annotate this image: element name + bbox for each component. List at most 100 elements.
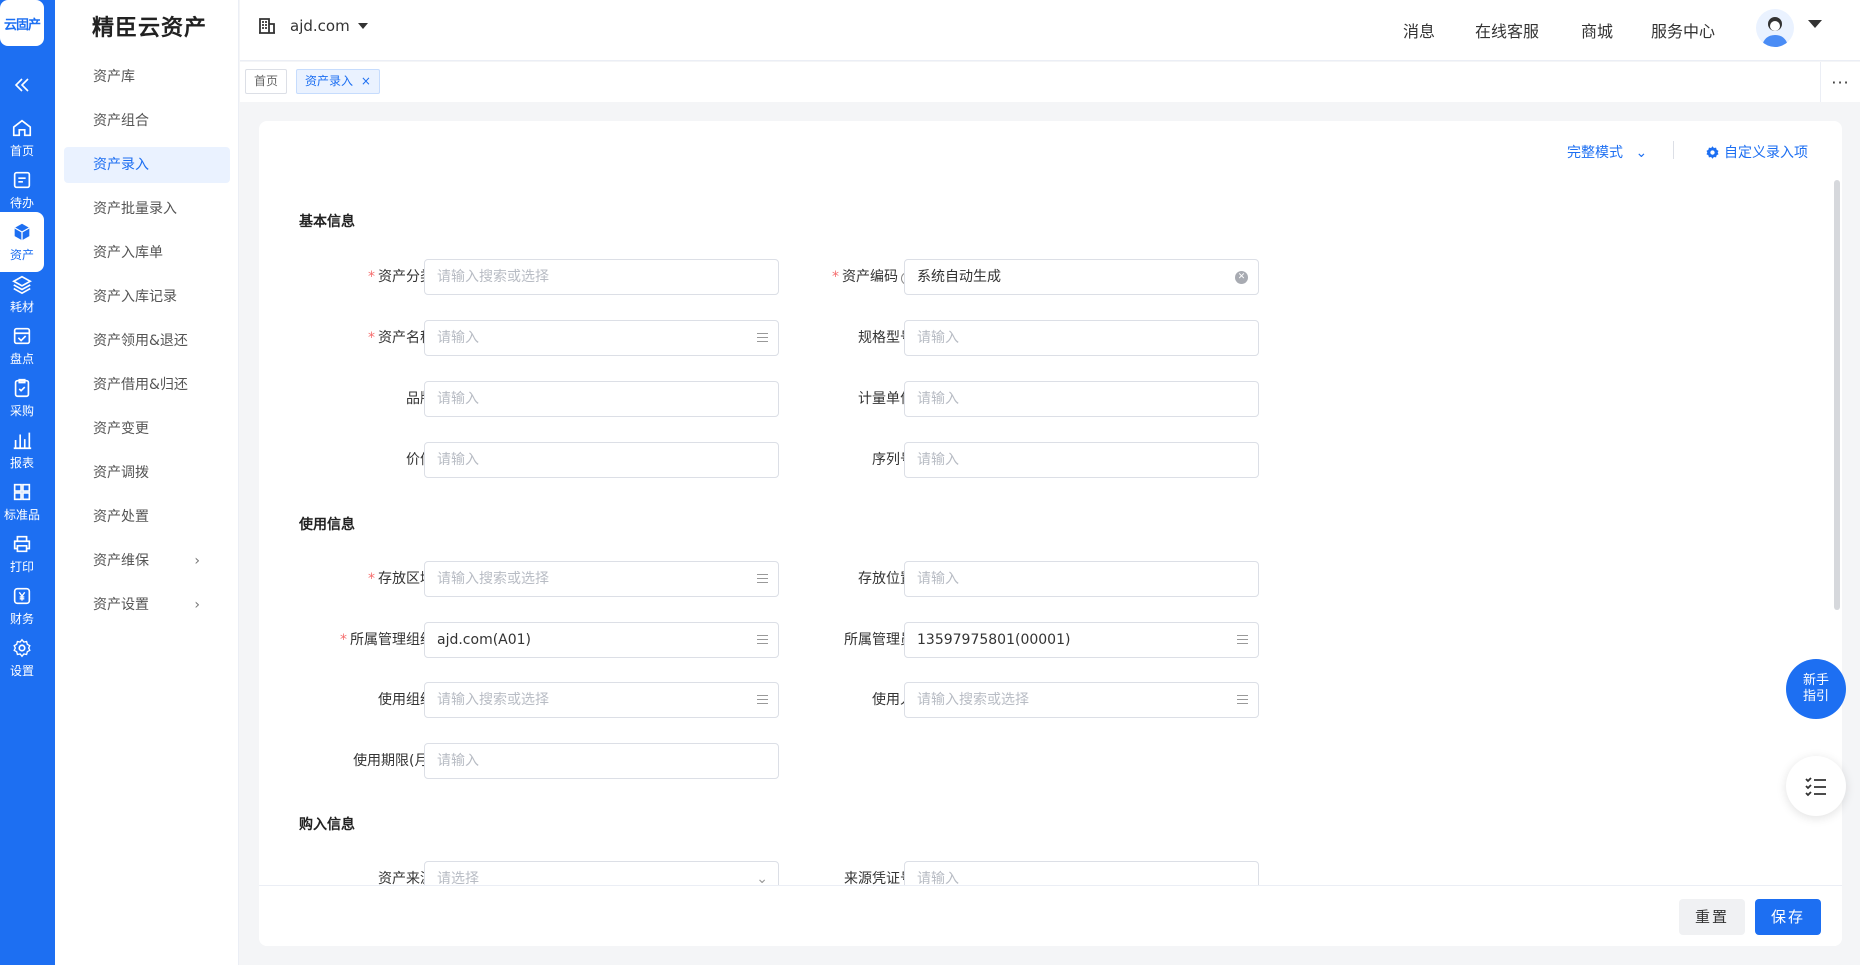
period-input[interactable]: 请输入	[424, 743, 779, 779]
rail-item-settings[interactable]: 设置	[0, 628, 44, 688]
serial-input[interactable]: 请输入	[904, 442, 1259, 478]
list-icon	[757, 574, 768, 583]
rail-item-finance[interactable]: 财务	[0, 576, 44, 636]
more-tabs-icon[interactable]: ···	[1820, 62, 1860, 102]
reset-button[interactable]: 重置	[1679, 899, 1746, 935]
spec-input[interactable]: 请输入	[904, 320, 1259, 356]
nav-store[interactable]: 商城	[1581, 18, 1613, 42]
yen-icon	[13, 587, 31, 605]
gear-icon	[1706, 145, 1719, 159]
section-usage-info: 使用信息	[299, 517, 355, 533]
checklist-icon	[1805, 777, 1826, 797]
save-button[interactable]: 保存	[1755, 899, 1822, 935]
list-icon	[1237, 695, 1248, 704]
company-switcher[interactable]: ajd.com	[258, 17, 368, 35]
rail-label: 报表	[9, 456, 34, 470]
category-select[interactable]: 请输入搜索或选择	[424, 259, 779, 295]
beginner-guide-button[interactable]: 新手指引	[1786, 659, 1846, 719]
building-icon	[259, 18, 275, 34]
brand-input[interactable]: 请输入	[424, 381, 779, 417]
chevron-down-icon: ⌄	[1635, 145, 1648, 161]
submenu-item-asset-entry[interactable]: 资产录入	[64, 147, 230, 183]
task-list-button[interactable]	[1786, 756, 1846, 816]
nav-messages[interactable]: 消息	[1403, 18, 1435, 42]
rail-item-print[interactable]: 打印	[0, 524, 44, 584]
rail-item-standard[interactable]: 标准品	[0, 472, 44, 532]
tab-label: 资产录入	[305, 74, 354, 88]
rail-label: 首页	[9, 144, 34, 158]
avatar[interactable]	[1756, 9, 1794, 47]
label-use-org: 使用组织	[378, 692, 434, 708]
label-serial: 序列号	[872, 452, 914, 468]
submenu-item-transfer[interactable]: 资产调拨	[64, 455, 230, 491]
rail-label: 盘点	[9, 352, 34, 366]
unit-input[interactable]: 请输入	[904, 381, 1259, 417]
rail-item-assets[interactable]: 资产	[0, 212, 44, 272]
chevron-right-icon: ›	[194, 597, 200, 613]
list-icon	[757, 635, 768, 644]
asset-code-field[interactable]: 系统自动生成 ✕	[904, 259, 1259, 295]
submenu-item-disposal[interactable]: 资产处置	[64, 499, 230, 535]
rail-label: 设置	[9, 664, 34, 678]
label-brand: 品牌	[406, 391, 434, 407]
rail-item-home[interactable]: 首页	[0, 108, 44, 168]
submenu-item-borrow-return[interactable]: 资产借用&归还	[64, 367, 230, 403]
custom-fields-label: 自定义录入项	[1724, 145, 1808, 161]
section-purchase-info: 购入信息	[299, 817, 355, 833]
user-select[interactable]: 请输入搜索或选择	[904, 682, 1259, 718]
caret-down-icon[interactable]	[1808, 20, 1822, 28]
rail-item-inventory[interactable]: 盘点	[0, 316, 44, 376]
submenu-item-maintenance[interactable]: 资产维保 ›	[64, 543, 230, 579]
rail-label: 财务	[9, 612, 34, 626]
collapse-icon[interactable]	[0, 70, 44, 100]
custom-fields-button[interactable]: 自定义录入项	[1705, 142, 1808, 162]
submenu-item-asset-settings[interactable]: 资产设置 ›	[64, 587, 230, 623]
rail-label: 采购	[9, 404, 34, 418]
mode-dropdown[interactable]: 完整模式 ⌄	[1567, 142, 1647, 162]
submenu-item-stock-in-order[interactable]: 资产入库单	[64, 235, 230, 271]
section-basic-info: 基本信息	[299, 214, 355, 230]
rail-item-consumables[interactable]: 耗材	[0, 264, 44, 324]
home-icon	[12, 119, 32, 137]
mode-label: 完整模式	[1567, 145, 1623, 161]
submenu-item-asset-library[interactable]: 资产库	[64, 59, 230, 95]
close-icon[interactable]: ×	[361, 74, 371, 88]
label-area: * 存放区域	[368, 571, 434, 587]
label-value: 价值	[406, 452, 434, 468]
submenu-item-batch-entry[interactable]: 资产批量录入	[64, 191, 230, 227]
scrollbar[interactable]	[1834, 180, 1840, 610]
tab-home[interactable]: 首页	[245, 69, 288, 94]
submenu-item-stock-in-record[interactable]: 资产入库记录	[64, 279, 230, 315]
value-input[interactable]: 请输入	[424, 442, 779, 478]
submenu-label: 资产设置	[93, 597, 149, 613]
org-select[interactable]: ajd.com(A01)	[424, 622, 779, 658]
submenu-item-change[interactable]: 资产变更	[64, 411, 230, 447]
rail-label: 待办	[9, 196, 34, 210]
rail-item-purchase[interactable]: 采购	[0, 368, 44, 428]
label-admin: 所属管理员	[844, 632, 914, 648]
list-icon	[757, 333, 768, 342]
asset-code-value: 系统自动生成	[917, 269, 1001, 285]
rail-item-todo[interactable]: 待办	[0, 160, 44, 220]
printer-icon	[13, 535, 31, 553]
admin-select[interactable]: 13597975801(00001)	[904, 622, 1259, 658]
clear-icon[interactable]: ✕	[1235, 271, 1248, 284]
nav-online-support[interactable]: 在线客服	[1475, 18, 1539, 42]
use-org-select[interactable]: 请输入搜索或选择	[424, 682, 779, 718]
location-input[interactable]: 请输入	[904, 561, 1259, 597]
submenu-item-asset-combo[interactable]: 资产组合	[64, 103, 230, 139]
submenu-item-receive-return[interactable]: 资产领用&退还	[64, 323, 230, 359]
tab-bar: 首页 资产录入 × ···	[240, 62, 1860, 102]
grid-icon	[13, 483, 31, 501]
nav-service-center[interactable]: 服务中心	[1651, 18, 1715, 42]
company-domain: ajd.com	[290, 17, 350, 35]
guide-label: 新手指引	[1802, 673, 1829, 704]
list-icon	[757, 695, 768, 704]
app-logo[interactable]: 云固产	[0, 0, 44, 46]
caret-down-icon	[357, 23, 368, 29]
area-select[interactable]: 请输入搜索或选择	[424, 561, 779, 597]
asset-name-input[interactable]: 请输入	[424, 320, 779, 356]
brand-title: 精臣云资产	[92, 16, 208, 41]
rail-item-reports[interactable]: 报表	[0, 420, 44, 480]
tab-asset-entry[interactable]: 资产录入 ×	[296, 69, 380, 94]
